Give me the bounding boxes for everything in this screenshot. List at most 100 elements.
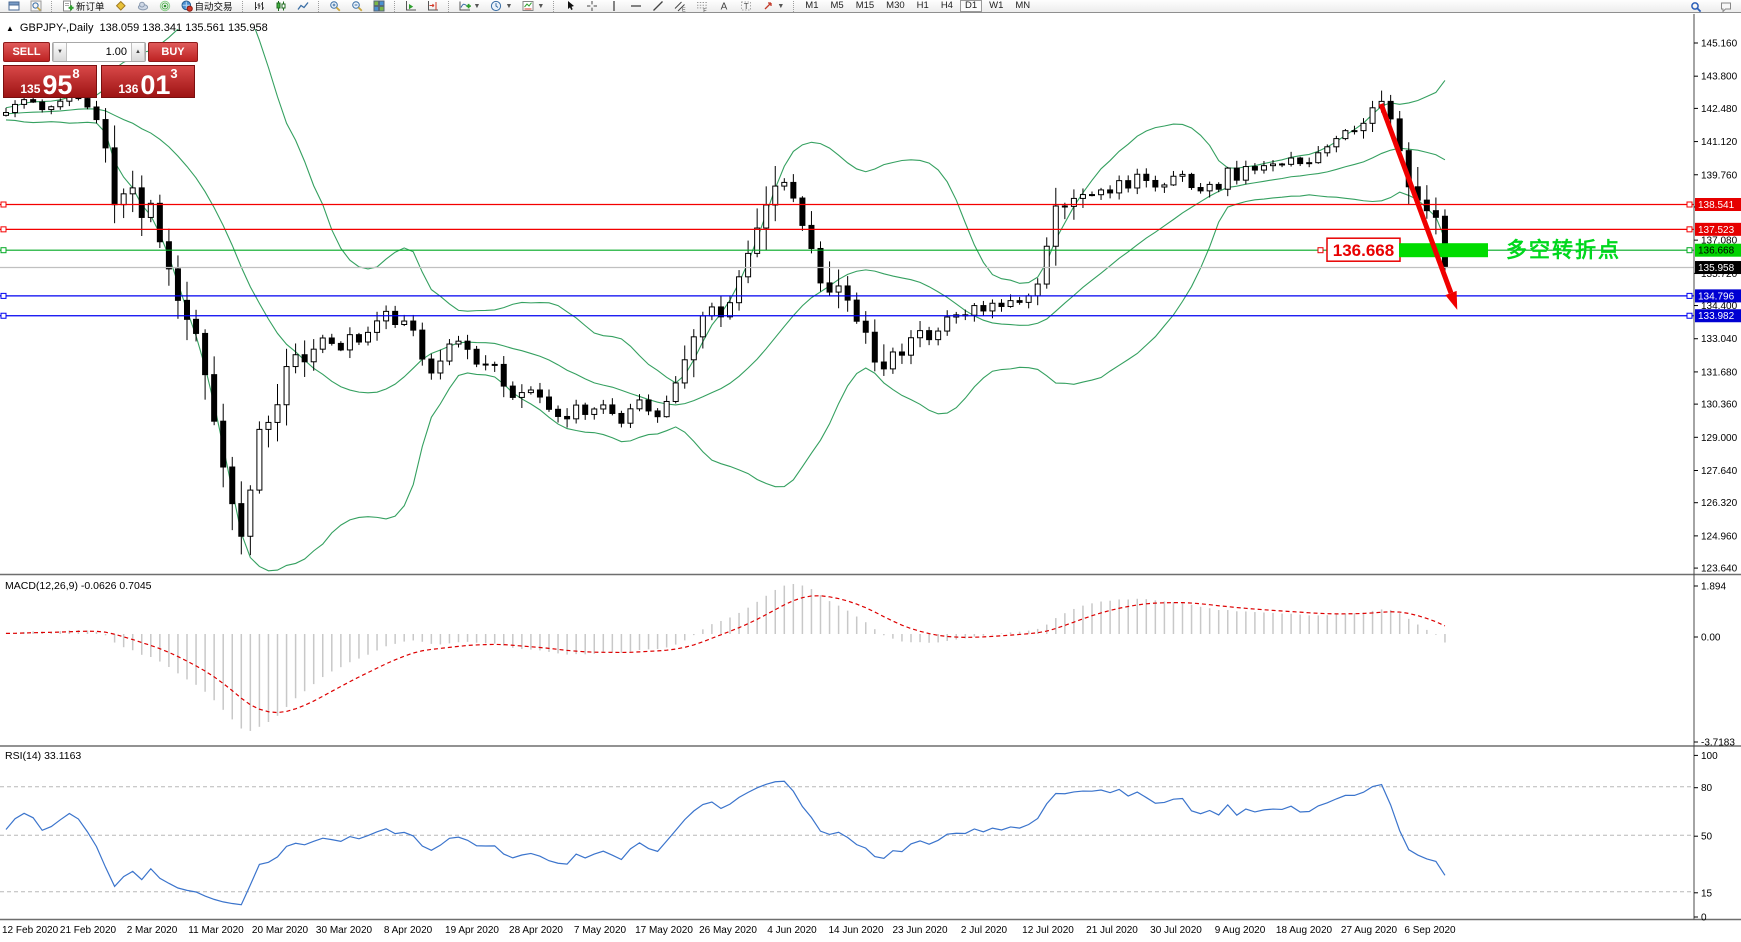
date-label: 2 Mar 2020 xyxy=(127,925,178,936)
timeframe-MN-button[interactable]: MN xyxy=(1010,0,1035,12)
new-chart-icon xyxy=(8,0,20,12)
autotrading-label: 自动交易 xyxy=(195,0,233,13)
periods-dropdown-caret[interactable]: ▼ xyxy=(505,3,512,10)
axis-price-badge: 138.541 xyxy=(1695,198,1741,211)
indicators-button[interactable]: ▼ xyxy=(454,0,486,13)
trendline-button[interactable] xyxy=(647,0,669,13)
sell-button[interactable]: SELL xyxy=(3,42,50,62)
rsi-line[interactable] xyxy=(6,781,1445,904)
bar-chart-button[interactable] xyxy=(248,0,270,13)
text-button[interactable]: A xyxy=(713,0,735,13)
hline-handle[interactable] xyxy=(1,313,6,318)
volume-decrease-button[interactable]: ▼ xyxy=(53,43,67,61)
hline-handle[interactable] xyxy=(1687,248,1692,253)
templates-button[interactable]: ▼ xyxy=(517,0,549,13)
timeframe-M5-button[interactable]: M5 xyxy=(825,0,848,12)
chat-button[interactable] xyxy=(1715,0,1737,13)
expand-marker-icon[interactable]: ▲ xyxy=(6,24,14,33)
candle-body xyxy=(547,397,552,409)
timeframe-H1-button[interactable]: H1 xyxy=(912,0,934,12)
periods-button[interactable]: ▼ xyxy=(485,0,517,13)
text-icon: A xyxy=(718,0,730,12)
timeframe-M15-button[interactable]: M15 xyxy=(851,0,879,12)
annotation-handle[interactable] xyxy=(1318,248,1323,253)
candle-body xyxy=(429,359,434,373)
vertical-line-button[interactable] xyxy=(603,0,625,13)
line-chart-button[interactable] xyxy=(292,0,314,13)
cursor-button[interactable] xyxy=(559,0,581,13)
bollinger-upper[interactable] xyxy=(6,14,1445,383)
candle-body xyxy=(1216,184,1221,189)
ask-price-box[interactable]: 136 01 3 xyxy=(101,65,195,98)
candle-body xyxy=(1442,216,1447,267)
templates-dropdown-caret[interactable]: ▼ xyxy=(537,3,544,10)
timeframe-H4-button[interactable]: H4 xyxy=(936,0,958,12)
volume-increase-button[interactable]: ▲ xyxy=(131,43,145,61)
volume-input[interactable] xyxy=(67,43,131,61)
date-label: 12 Feb 2020 xyxy=(2,925,59,936)
timeframe-W1-button[interactable]: W1 xyxy=(984,0,1008,12)
date-label: 28 Apr 2020 xyxy=(509,925,563,936)
zoom-out-button[interactable] xyxy=(346,0,368,13)
indicators-dropdown-caret[interactable]: ▼ xyxy=(474,3,481,10)
ask-prefix: 136 xyxy=(118,82,138,96)
horizontal-line-button[interactable] xyxy=(625,0,647,13)
hline-handle[interactable] xyxy=(1687,313,1692,318)
hline-handle[interactable] xyxy=(1,248,6,253)
candle-body xyxy=(1080,195,1085,199)
date-label: 21 Feb 2020 xyxy=(60,925,117,936)
data-window-icon xyxy=(30,0,42,12)
candle-body xyxy=(1424,200,1429,211)
fibonacci-button[interactable]: F xyxy=(691,0,713,13)
indicator-tick-label: 80 xyxy=(1701,783,1713,794)
autotrading-button[interactable]: 自动交易 xyxy=(176,0,238,13)
axis-price-badge: 137.523 xyxy=(1695,223,1741,236)
hline-handle[interactable] xyxy=(1687,202,1692,207)
new-chart-button[interactable] xyxy=(3,0,25,13)
arrows-button[interactable]: ▼ xyxy=(757,0,789,13)
hline-handle[interactable] xyxy=(1687,227,1692,232)
chart-shift-button[interactable] xyxy=(422,0,444,13)
channel-button[interactable]: E xyxy=(669,0,691,13)
hline-handle[interactable] xyxy=(1,293,6,298)
publisher-button[interactable] xyxy=(132,0,154,13)
chart-area[interactable]: 145.160143.800142.480141.120139.760138.4… xyxy=(0,14,1741,942)
bid-price-box[interactable]: 135 95 8 xyxy=(3,65,97,98)
candle-body xyxy=(4,113,9,116)
candle-body xyxy=(257,429,262,490)
candle-body xyxy=(311,349,316,362)
price-tick-label: 133.040 xyxy=(1701,334,1738,345)
hline-handle[interactable] xyxy=(1,227,6,232)
text-label-button[interactable]: T xyxy=(735,0,757,13)
candle-body xyxy=(248,490,253,536)
turning-point-rect[interactable] xyxy=(1399,243,1488,257)
signals-button[interactable] xyxy=(154,0,176,13)
trend-arrow[interactable] xyxy=(1381,104,1457,310)
date-label: 11 Mar 2020 xyxy=(188,925,244,936)
macd-signal-line[interactable] xyxy=(6,596,1445,713)
arrows-dropdown-caret[interactable]: ▼ xyxy=(777,3,784,10)
rsi-pane xyxy=(0,781,1694,904)
candle-body xyxy=(1017,301,1022,303)
hline-handle[interactable] xyxy=(1687,293,1692,298)
timeframe-M30-button[interactable]: M30 xyxy=(881,0,909,12)
candle-body xyxy=(818,248,823,282)
bollinger-middle[interactable] xyxy=(6,109,1445,405)
styler-button[interactable] xyxy=(110,0,132,13)
search-button[interactable] xyxy=(1685,0,1707,13)
crosshair-button[interactable] xyxy=(581,0,603,13)
zoom-in-button[interactable] xyxy=(324,0,346,13)
candle-body xyxy=(293,355,298,367)
auto-scroll-button[interactable] xyxy=(400,0,422,13)
timeframe-M1-button[interactable]: M1 xyxy=(800,0,823,12)
hline-handle[interactable] xyxy=(1,202,6,207)
new-order-button[interactable]: 新订单 xyxy=(57,0,110,13)
date-label: 7 May 2020 xyxy=(574,925,627,936)
candle-chart-button[interactable] xyxy=(270,0,292,13)
chart-canvas[interactable]: 145.160143.800142.480141.120139.760138.4… xyxy=(0,14,1741,942)
buy-button[interactable]: BUY xyxy=(148,42,198,62)
text-label-icon: T xyxy=(740,0,752,12)
data-window-button[interactable] xyxy=(25,0,47,13)
tile-windows-button[interactable] xyxy=(368,0,390,13)
timeframe-D1-button[interactable]: D1 xyxy=(960,0,982,12)
